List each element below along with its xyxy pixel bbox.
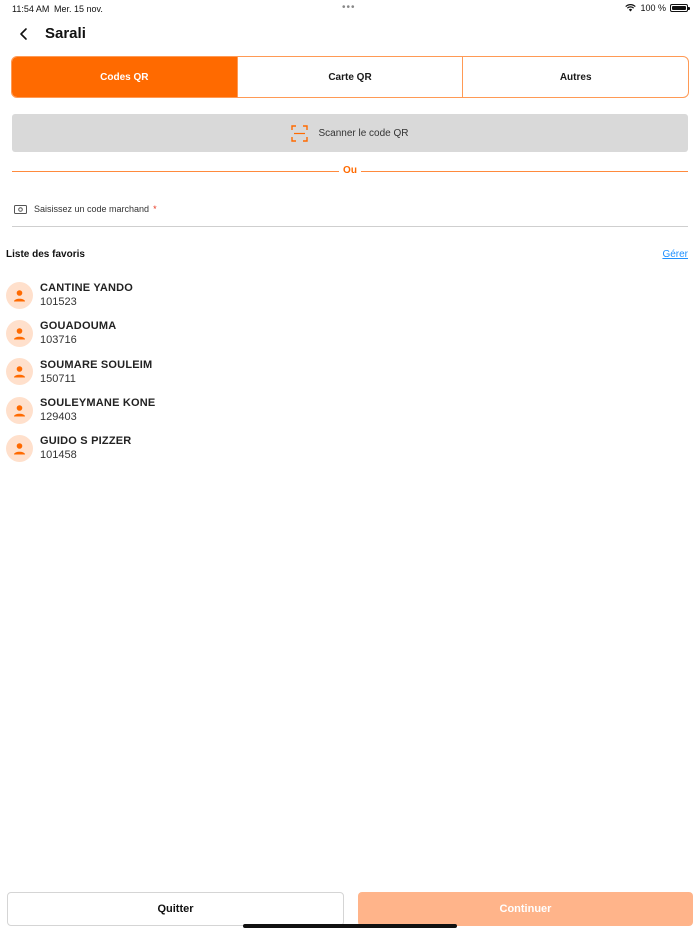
user-icon [14, 443, 25, 455]
favorite-name: GOUADOUMA [40, 320, 117, 333]
tab-carte-qr[interactable]: Carte QR [236, 57, 463, 97]
favorite-code: 101523 [40, 296, 77, 309]
tab-autres[interactable]: Autres [462, 57, 688, 97]
favorite-item[interactable]: SOUMARE SOULEIM 150711 [6, 353, 694, 391]
scan-qr-button[interactable]: Scanner le code QR [12, 114, 688, 152]
manage-favorites-link[interactable]: Gérer [662, 249, 688, 260]
bottom-action-bar: Quitter Continuer [7, 892, 693, 926]
favorite-name: CANTINE YANDO [40, 282, 134, 295]
favorite-name: SOULEYMANE KONE [40, 397, 156, 410]
divider-line-right [361, 171, 688, 172]
merchant-code-input[interactable] [12, 200, 688, 226]
payment-mode-tabs: Codes QR Carte QR Autres [11, 56, 689, 98]
favorite-item[interactable]: GOUADOUMA 103716 [6, 314, 694, 352]
page-title: Sarali [45, 25, 86, 42]
wifi-icon [625, 4, 637, 12]
favorite-text: SOUMARE SOULEIM 150711 [40, 359, 152, 385]
tab-codes-qr[interactable]: Codes QR [12, 57, 237, 97]
qr-scan-icon [291, 124, 309, 142]
or-divider: Ou [12, 165, 688, 179]
status-indicators: 100 % [625, 3, 690, 13]
favorite-item[interactable]: SOULEYMANE KONE 129403 [6, 391, 694, 429]
favorite-text: CANTINE YANDO 101523 [40, 282, 133, 308]
avatar [6, 396, 33, 424]
favorite-text: GOUADOUMA 103716 [40, 320, 116, 346]
home-indicator[interactable] [243, 924, 457, 928]
multitasking-dots-icon[interactable]: ••• [342, 2, 356, 13]
user-icon [14, 366, 25, 378]
favorite-name: SOUMARE SOULEIM [40, 358, 153, 371]
avatar [6, 281, 33, 309]
favorite-text: GUIDO S PIZZER 101458 [40, 435, 131, 461]
battery-icon [670, 4, 690, 12]
avatar [6, 319, 33, 347]
merchant-code-field[interactable]: Saisissez un code marchand * [12, 200, 688, 227]
favorite-item[interactable]: CANTINE YANDO 101523 [6, 276, 694, 314]
favorite-code: 103716 [40, 334, 77, 347]
favorite-code: 129403 [40, 411, 77, 424]
favorite-name: GUIDO S PIZZER [40, 435, 132, 448]
avatar [6, 434, 33, 462]
continue-button[interactable]: Continuer [358, 892, 693, 926]
favorite-text: SOULEYMANE KONE 129403 [40, 397, 155, 423]
status-bar: 11:54 AM Mer. 15 nov. ••• 100 % [0, 0, 700, 18]
chevron-left-icon [20, 28, 27, 40]
status-time: 11:54 AM [12, 4, 50, 14]
back-button[interactable] [14, 24, 34, 44]
user-icon [14, 328, 25, 340]
quit-button[interactable]: Quitter [7, 892, 344, 926]
favorites-title: Liste des favoris [6, 249, 85, 260]
favorite-code: 101458 [40, 449, 77, 462]
favorite-code: 150711 [40, 372, 76, 385]
user-icon [14, 289, 25, 302]
favorite-item[interactable]: GUIDO S PIZZER 101458 [6, 429, 694, 467]
header: Sarali [0, 22, 700, 46]
user-icon [14, 404, 25, 417]
avatar [6, 358, 33, 386]
status-date: Mer. 15 nov. [54, 4, 103, 14]
scan-qr-label: Scanner le code QR [318, 127, 409, 139]
battery-percentage: 100 % [640, 3, 666, 13]
favorites-list: CANTINE YANDO 101523 GOUADOUMA 103716 SO… [6, 276, 694, 467]
